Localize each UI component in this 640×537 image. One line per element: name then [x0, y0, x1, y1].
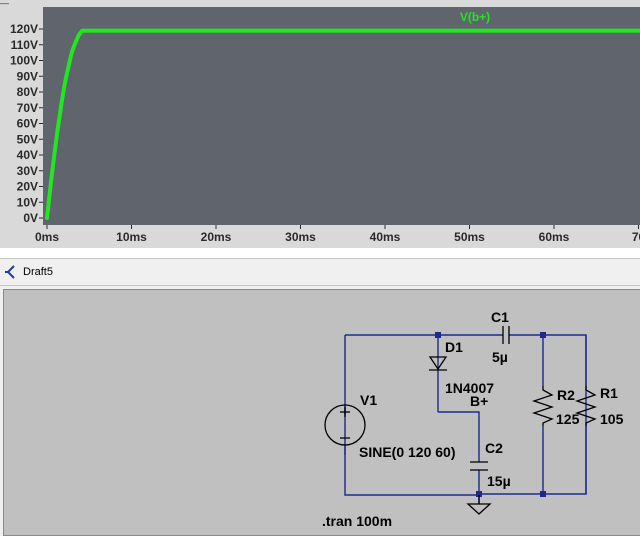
schematic-window[interactable]: Draft5 V1 SINE(0 120 60) D1 1N4007 B+ C1…: [0, 258, 640, 536]
net-label-bplus[interactable]: B+: [470, 393, 488, 409]
x-axis: 0ms 10ms 20ms 30ms 40ms 50ms 60ms 70: [35, 225, 640, 244]
x-tick-label: 70: [632, 230, 640, 244]
x-tick-label: 0ms: [35, 230, 59, 244]
d1-name-label[interactable]: D1: [445, 339, 463, 355]
x-tick-label: 40ms: [370, 230, 401, 244]
y-tick-label: 70V: [17, 101, 38, 115]
c1-name-label[interactable]: C1: [491, 309, 509, 325]
c1-value-label[interactable]: 5µ: [492, 349, 508, 365]
y-tick-label: 100V: [10, 54, 38, 68]
x-tick-label: 20ms: [201, 230, 232, 244]
y-axis: 120V 110V 100V90V 80V 70V 60V50V 40V 30V 20V10V 0…: [10, 22, 43, 225]
c2-value-label[interactable]: 15µ: [487, 473, 511, 489]
y-tick-label: 110V: [11, 38, 38, 52]
y-tick-label: 60V: [17, 117, 38, 131]
schematic-titlebar[interactable]: Draft5: [0, 259, 640, 286]
x-tick-label: 50ms: [454, 230, 485, 244]
y-tick-label: 90V: [17, 69, 38, 83]
waveform-plot[interactable]: 120V 110V 100V90V 80V 70V 60V50V 40V 30V 20V10V 0…: [0, 0, 640, 248]
capacitor-c2[interactable]: [470, 461, 488, 471]
y-tick-label: 50V: [17, 132, 38, 146]
r1-name-label[interactable]: R1: [600, 385, 618, 401]
y-tick-label: 20V: [17, 180, 38, 194]
v1-value-label[interactable]: SINE(0 120 60): [359, 444, 456, 460]
x-tick-label: 10ms: [116, 230, 147, 244]
capacitor-c1[interactable]: [502, 326, 510, 344]
y-tick-label: 80V: [17, 85, 38, 99]
circuit-drawing[interactable]: V1 SINE(0 120 60) D1 1N4007 B+ C1 5µ C2 …: [4, 290, 640, 537]
schematic-title: Draft5: [23, 266, 53, 278]
schematic-icon: [5, 265, 15, 279]
waveform-viewer-window[interactable]: — 120V 110V 100V 90V 80V 70V 60V 50V 40V 30V 20V 10…: [0, 0, 640, 249]
x-tick-label: 30ms: [285, 230, 316, 244]
window-separator: [0, 248, 640, 258]
x-tick-label: 60ms: [539, 230, 570, 244]
y-tick-label: 0V: [23, 211, 38, 225]
r2-name-label[interactable]: R2: [557, 387, 575, 403]
ground-symbol[interactable]: [466, 495, 492, 515]
y-tick-label: 10V: [17, 195, 38, 209]
resistor-r2[interactable]: [531, 386, 555, 426]
tran-directive[interactable]: .tran 100m: [322, 513, 392, 529]
trace-label-vb[interactable]: V(b+): [460, 10, 490, 24]
r2-value-label[interactable]: 125: [556, 411, 580, 427]
plot-area[interactable]: [43, 7, 640, 225]
c2-name-label[interactable]: C2: [485, 440, 503, 456]
r1-value-label[interactable]: 105: [600, 411, 624, 427]
y-tick-label: 30V: [17, 164, 38, 178]
v1-name-label[interactable]: V1: [360, 392, 377, 408]
y-tick-label: 120V: [10, 22, 38, 36]
y-tick-label: 40V: [17, 148, 38, 162]
schematic-canvas[interactable]: V1 SINE(0 120 60) D1 1N4007 B+ C1 5µ C2 …: [3, 289, 640, 536]
